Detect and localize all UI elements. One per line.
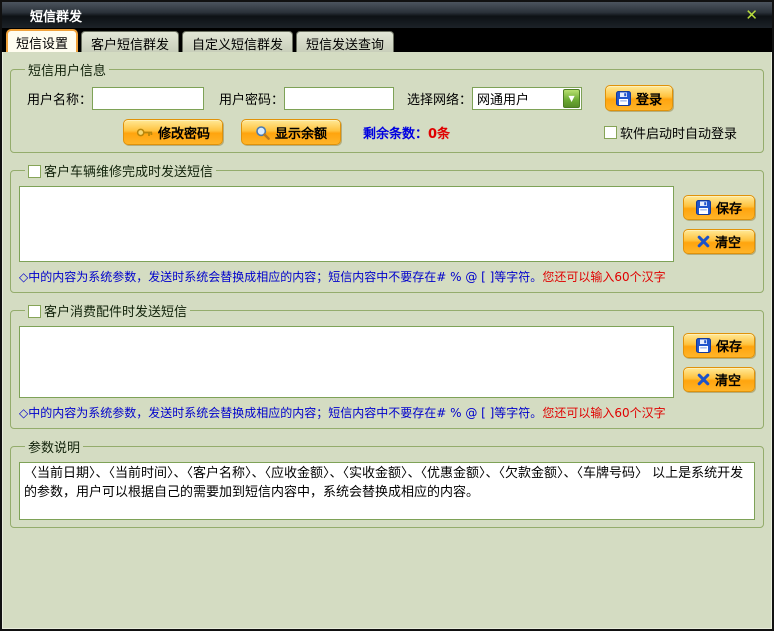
remaining-count-label: 剩余条数： bbox=[363, 126, 429, 142]
user-info-row-2: 修改密码 显示余额 剩余条数： 0条 软件启动时自动登录 bbox=[19, 119, 755, 145]
magnifier-icon bbox=[256, 125, 270, 140]
group-sms-user-info-title: 短信用户信息 bbox=[28, 64, 107, 79]
floppy-disk-icon bbox=[695, 199, 711, 215]
group-repair-sms: 客户车辆维修完成时发送短信 保存 清空 ◇中的内容为系统参数，发送时系统会替换成… bbox=[10, 161, 764, 293]
parts-sms-title-label: 客户消费配件时发送短信 bbox=[44, 305, 188, 320]
parts-sms-content-textarea[interactable] bbox=[19, 326, 674, 398]
repair-sms-enable-checkbox[interactable] bbox=[28, 165, 41, 178]
auto-login-label: 软件启动时自动登录 bbox=[619, 126, 737, 142]
parts-sms-note: ◇中的内容为系统参数，发送时系统会替换成相应的内容；短信内容中不要存在# % @… bbox=[19, 404, 755, 421]
parts-sms-save-label: 保存 bbox=[715, 339, 742, 355]
repair-sms-clear-button[interactable]: 清空 bbox=[683, 228, 755, 254]
repair-sms-body: 保存 清空 bbox=[19, 186, 755, 262]
parts-sms-note-highlight: 您还可以输入60个汉字 bbox=[542, 406, 666, 420]
change-password-button[interactable]: 修改密码 bbox=[123, 119, 223, 145]
parts-sms-clear-label: 清空 bbox=[714, 373, 741, 389]
repair-sms-content-textarea[interactable] bbox=[19, 186, 674, 262]
parameter-description-text: 〈当前日期〉、〈当前时间〉、〈客户名称〉、〈应收金额〉、〈实收金额〉、〈优惠金额… bbox=[19, 462, 755, 520]
show-balance-button-label: 显示余额 bbox=[274, 126, 327, 142]
parts-sms-clear-button[interactable]: 清空 bbox=[683, 366, 755, 392]
parts-sms-note-text: ◇中的内容为系统参数，发送时系统会替换成相应的内容；短信内容中不要存在# % @… bbox=[19, 406, 543, 420]
tab-custom-sms-broadcast[interactable]: 自定义短信群发 bbox=[182, 31, 294, 53]
parts-sms-buttons: 保存 清空 bbox=[683, 326, 755, 398]
group-repair-sms-title: 客户车辆维修完成时发送短信 bbox=[25, 161, 216, 180]
remaining-count-value: 0条 bbox=[428, 126, 451, 142]
change-password-button-label: 修改密码 bbox=[157, 126, 210, 142]
floppy-disk-icon bbox=[695, 337, 711, 353]
tab-bar: 短信设置 客户短信群发 自定义短信群发 短信发送查询 bbox=[2, 28, 772, 53]
show-balance-button[interactable]: 显示余额 bbox=[241, 119, 341, 145]
repair-sms-note-text: ◇中的内容为系统参数，发送时系统会替换成相应的内容；短信内容中不要存在# % @… bbox=[19, 270, 543, 284]
group-parts-sms: 客户消费配件时发送短信 保存 清空 ◇中的内容为系统参数，发送时系统会替换成相应… bbox=[10, 301, 764, 429]
blue-x-icon bbox=[697, 235, 710, 247]
sms-broadcast-window: 短信群发 ✕ 短信设置 客户短信群发 自定义短信群发 短信发送查询 短信用户信息… bbox=[0, 0, 774, 631]
repair-sms-save-button[interactable]: 保存 bbox=[683, 194, 755, 220]
tab-customer-sms-broadcast[interactable]: 客户短信群发 bbox=[81, 31, 180, 53]
group-parts-sms-title: 客户消费配件时发送短信 bbox=[25, 301, 190, 320]
group-parameter-description-title: 参数说明 bbox=[28, 441, 81, 456]
login-button-label: 登录 bbox=[636, 92, 663, 108]
group-sms-user-info: 短信用户信息 用户名称： 用户密码： 选择网络： 网通用户 ▼ 登录 修改密码 … bbox=[10, 60, 764, 153]
repair-sms-note-highlight: 您还可以输入60个汉字 bbox=[542, 270, 666, 284]
parts-sms-enable-checkbox[interactable] bbox=[28, 305, 41, 318]
repair-sms-note: ◇中的内容为系统参数，发送时系统会替换成相应的内容；短信内容中不要存在# % @… bbox=[19, 268, 755, 285]
key-icon bbox=[136, 128, 153, 136]
repair-sms-title-label: 客户车辆维修完成时发送短信 bbox=[44, 165, 214, 180]
close-icon[interactable]: ✕ bbox=[741, 6, 762, 25]
user-info-row-1: 用户名称： 用户密码： 选择网络： 网通用户 ▼ 登录 bbox=[19, 85, 755, 111]
username-input[interactable] bbox=[92, 86, 205, 110]
auto-login-option: 软件启动时自动登录 bbox=[603, 123, 737, 142]
window-title: 短信群发 bbox=[30, 9, 83, 25]
repair-sms-clear-label: 清空 bbox=[714, 235, 741, 251]
parts-sms-save-button[interactable]: 保存 bbox=[683, 332, 755, 358]
password-label: 用户密码： bbox=[219, 92, 285, 108]
chevron-down-icon[interactable]: ▼ bbox=[563, 88, 581, 108]
network-selected-value: 网通用户 bbox=[477, 92, 530, 108]
parts-sms-body: 保存 清空 bbox=[19, 326, 755, 398]
repair-sms-save-label: 保存 bbox=[715, 201, 742, 217]
blue-x-icon bbox=[697, 373, 710, 385]
network-label: 选择网络： bbox=[407, 92, 473, 108]
network-select[interactable]: 网通用户 ▼ bbox=[472, 86, 583, 110]
floppy-disk-icon bbox=[616, 90, 632, 106]
titlebar: 短信群发 ✕ bbox=[2, 2, 772, 28]
login-button[interactable]: 登录 bbox=[605, 85, 674, 111]
tab-panel-sms-settings: 短信用户信息 用户名称： 用户密码： 选择网络： 网通用户 ▼ 登录 修改密码 … bbox=[2, 52, 772, 629]
password-input[interactable] bbox=[284, 86, 395, 110]
repair-sms-buttons: 保存 清空 bbox=[683, 186, 755, 262]
group-parameter-description: 参数说明 〈当前日期〉、〈当前时间〉、〈客户名称〉、〈应收金额〉、〈实收金额〉、… bbox=[10, 437, 764, 528]
username-label: 用户名称： bbox=[27, 92, 93, 108]
tab-sms-settings[interactable]: 短信设置 bbox=[6, 29, 79, 52]
auto-login-checkbox[interactable] bbox=[603, 125, 617, 139]
tab-sms-send-query[interactable]: 短信发送查询 bbox=[296, 31, 395, 53]
